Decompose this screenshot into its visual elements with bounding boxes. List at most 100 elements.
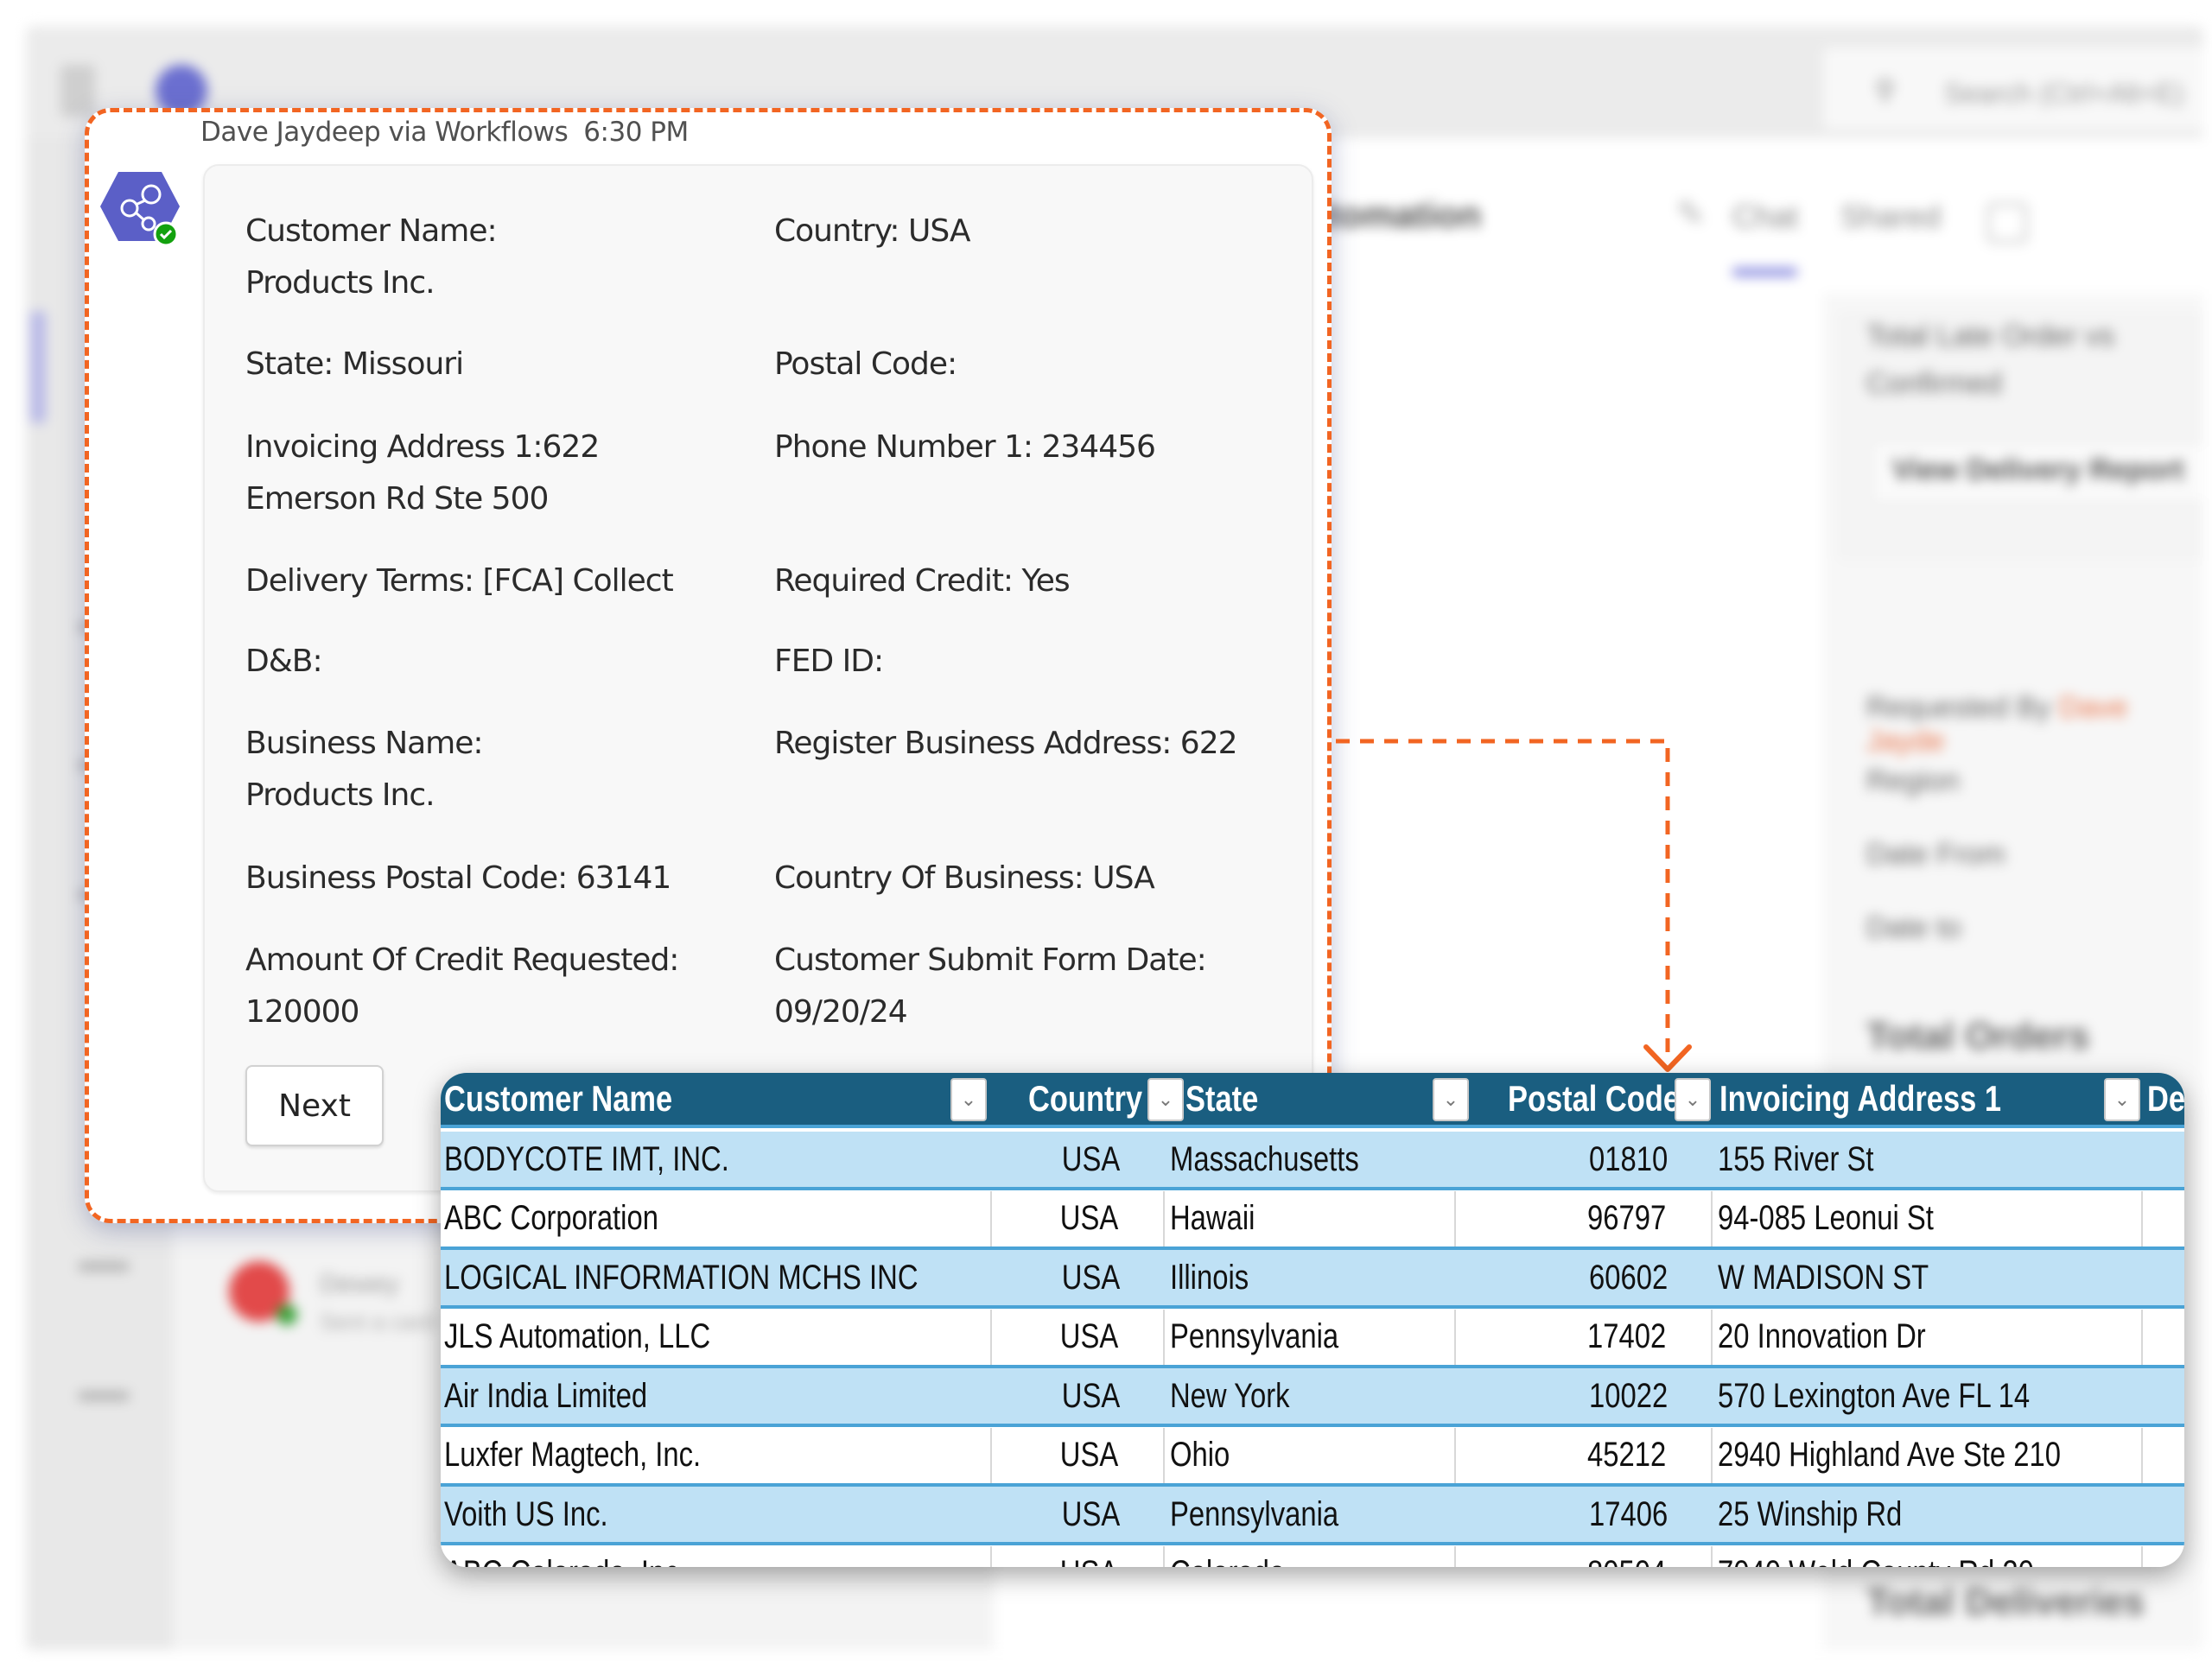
cell-postal-code[interactable]: 96797	[1456, 1190, 1713, 1246]
cell-truncated[interactable]	[2143, 1546, 2184, 1568]
field-text: Business Postal Code: 63141	[245, 860, 671, 896]
cell-country[interactable]: USA	[994, 1309, 1165, 1365]
filter-dropdown-icon[interactable]: ⌄	[950, 1078, 987, 1121]
cell-state[interactable]: Ohio	[1165, 1427, 1456, 1483]
cell-country[interactable]: USA	[994, 1190, 1165, 1246]
field-business-postal-code: Business Postal Code: 63141	[245, 853, 747, 904]
field-text: Country: USA	[774, 213, 970, 249]
field-amount-credit: Amount Of Credit Requested: 120000	[245, 935, 747, 1038]
cell-state[interactable]: Pennsylvania	[1165, 1309, 1456, 1365]
table-row: Air India Limited USA New York 10022 570 Lex…	[441, 1368, 2184, 1427]
message-header: Dave Jaydeep via Workflows 6:30 PM	[200, 117, 689, 148]
cell-truncated[interactable]	[2143, 1310, 2184, 1365]
cell-customer-name[interactable]: ABC Corporation	[444, 1190, 992, 1246]
tab-chat[interactable]: Chat	[1732, 199, 1798, 235]
next-button[interactable]: Next	[245, 1065, 384, 1146]
filter-dropdown-icon[interactable]: ⌄	[1147, 1078, 1184, 1121]
cell-invoicing-address[interactable]: 570 Lexington Ave FL 14	[1713, 1368, 2143, 1424]
chat-list-name[interactable]: Dewey	[320, 1270, 399, 1299]
table-row: LOGICAL INFORMATION MCHS INC USA Illinois 6…	[441, 1250, 2184, 1309]
field-text: Country Of Business: USA	[774, 860, 1155, 896]
cell-invoicing-address[interactable]: W MADISON ST	[1713, 1250, 2143, 1305]
requested-by-label: Requested By	[1866, 691, 2051, 724]
cell-country[interactable]: USA	[994, 1487, 1165, 1542]
column-header-postal-code[interactable]: Postal Code	[1508, 1073, 1681, 1125]
column-header-invoicing-address[interactable]: Invoicing Address 1	[1719, 1073, 2117, 1125]
cell-truncated[interactable]	[2143, 1428, 2184, 1483]
filter-dropdown-icon[interactable]: ⌄	[1675, 1078, 1711, 1121]
cell-customer-name[interactable]: LOGICAL INFORMATION MCHS INC	[444, 1250, 992, 1305]
cell-invoicing-address[interactable]: 2940 Highland Ave Ste 210	[1713, 1427, 2143, 1483]
cell-postal-code[interactable]: 80504	[1456, 1545, 1713, 1567]
field-business-name: Business Name: Products Inc.	[245, 718, 747, 821]
table-row: Luxfer Magtech, Inc. USA Ohio 45212 2940 Hig…	[441, 1427, 2184, 1487]
cell-postal-code[interactable]: 17406	[1456, 1487, 1713, 1542]
cell-customer-name[interactable]: Voith US Inc.	[444, 1487, 992, 1542]
cell-postal-code[interactable]: 45212	[1456, 1427, 1713, 1483]
tab-shared[interactable]: Shared	[1840, 199, 1941, 235]
cell-truncated[interactable]	[2143, 1132, 2184, 1187]
filter-dropdown-icon[interactable]: ⌄	[2104, 1078, 2140, 1121]
field-invoicing-address: Invoicing Address 1:622 Emerson Rd Ste 5…	[245, 422, 747, 525]
field-customer-name: Customer Name: Products Inc.	[245, 206, 747, 309]
cell-invoicing-address[interactable]: 94-085 Leonui St	[1713, 1190, 2143, 1246]
cell-invoicing-address[interactable]: 25 Winship Rd	[1713, 1487, 2143, 1542]
cell-truncated[interactable]	[2143, 1191, 2184, 1246]
column-header-truncated[interactable]: De	[2147, 1073, 2184, 1125]
cell-customer-name[interactable]: Luxfer Magtech, Inc.	[444, 1427, 992, 1483]
cell-customer-name[interactable]: JLS Automation, LLC	[444, 1309, 992, 1365]
cell-state[interactable]: Illinois	[1165, 1250, 1456, 1305]
total-deliveries-heading: Total Deliveries	[1866, 1581, 2145, 1623]
cell-truncated[interactable]	[2143, 1250, 2184, 1305]
column-header-customer-name[interactable]: Customer Name	[444, 1073, 988, 1125]
field-phone-number: Phone Number 1: 234456	[774, 422, 1275, 473]
cell-postal-code[interactable]: 60602	[1456, 1250, 1713, 1305]
tab-active-underline	[1732, 268, 1797, 276]
workflows-hexagon-icon	[100, 172, 180, 247]
cell-customer-name[interactable]: BODYCOTE IMT, INC.	[444, 1132, 992, 1187]
cell-truncated[interactable]	[2143, 1487, 2184, 1542]
cell-state[interactable]: Pennsylvania	[1165, 1487, 1456, 1542]
cell-truncated[interactable]	[2143, 1368, 2184, 1424]
cell-state[interactable]: Massachusetts	[1165, 1132, 1456, 1187]
field-text: Emerson Rd Ste 500	[245, 481, 549, 517]
cell-invoicing-address[interactable]: 20 Innovation Dr	[1713, 1309, 2143, 1365]
date-to-label: Date to	[1866, 911, 1961, 944]
workflows-bot-avatar[interactable]	[97, 168, 183, 248]
field-value: Products Inc.	[245, 265, 435, 301]
sender-name[interactable]: Dave Jaydeep via Workflows	[200, 117, 569, 148]
cell-invoicing-address[interactable]: 155 River St	[1713, 1132, 2143, 1187]
cell-invoicing-address[interactable]: 7040 Weld County Rd 20	[1713, 1545, 2143, 1567]
cell-postal-code[interactable]: 17402	[1456, 1309, 1713, 1365]
cell-country[interactable]: USA	[994, 1545, 1165, 1567]
cell-state[interactable]: Hawaii	[1165, 1190, 1456, 1246]
filter-dropdown-icon[interactable]: ⌄	[1433, 1078, 1469, 1121]
cell-state[interactable]: Colorado	[1165, 1545, 1456, 1567]
panel-card-title-2: Confirmed	[1866, 367, 2002, 400]
field-text: Invoicing Address 1:622	[245, 429, 600, 465]
column-header-state[interactable]: State	[1185, 1073, 1445, 1125]
field-required-credit: Required Credit: Yes	[774, 555, 1275, 607]
search-icon: ⚲	[1875, 74, 1896, 105]
table-row: Voith US Inc. USA Pennsylvania 17406 25 Wins…	[441, 1487, 2184, 1545]
cell-country[interactable]: USA	[994, 1250, 1165, 1305]
cell-country[interactable]: USA	[994, 1132, 1165, 1187]
panel-card-title: Total Late Order vs	[1866, 320, 2115, 352]
field-text: Required Credit: Yes	[774, 563, 1071, 599]
edit-pencil-icon[interactable]: ✎	[1676, 194, 1706, 234]
cell-country[interactable]: USA	[994, 1368, 1165, 1424]
cell-postal-code[interactable]: 10022	[1456, 1368, 1713, 1424]
field-country: Country: USA	[774, 206, 1275, 257]
cell-customer-name[interactable]: Air India Limited	[444, 1368, 992, 1424]
column-header-country[interactable]: Country	[1028, 1073, 1158, 1125]
field-text: FED ID:	[774, 644, 884, 679]
field-text: D&B:	[245, 644, 323, 679]
add-tab-icon[interactable]	[1987, 203, 2027, 243]
cell-state[interactable]: New York	[1165, 1368, 1456, 1424]
table-row: ABC Corporation USA Hawaii 96797 94-085 Leon…	[441, 1190, 2184, 1250]
cell-country[interactable]: USA	[994, 1427, 1165, 1483]
field-label: Amount Of Credit Requested:	[245, 942, 679, 978]
date-from-label: Date From	[1866, 838, 2005, 871]
cell-customer-name[interactable]: ABC Colorado, Inc	[444, 1545, 992, 1567]
cell-postal-code[interactable]: 01810	[1456, 1132, 1713, 1187]
